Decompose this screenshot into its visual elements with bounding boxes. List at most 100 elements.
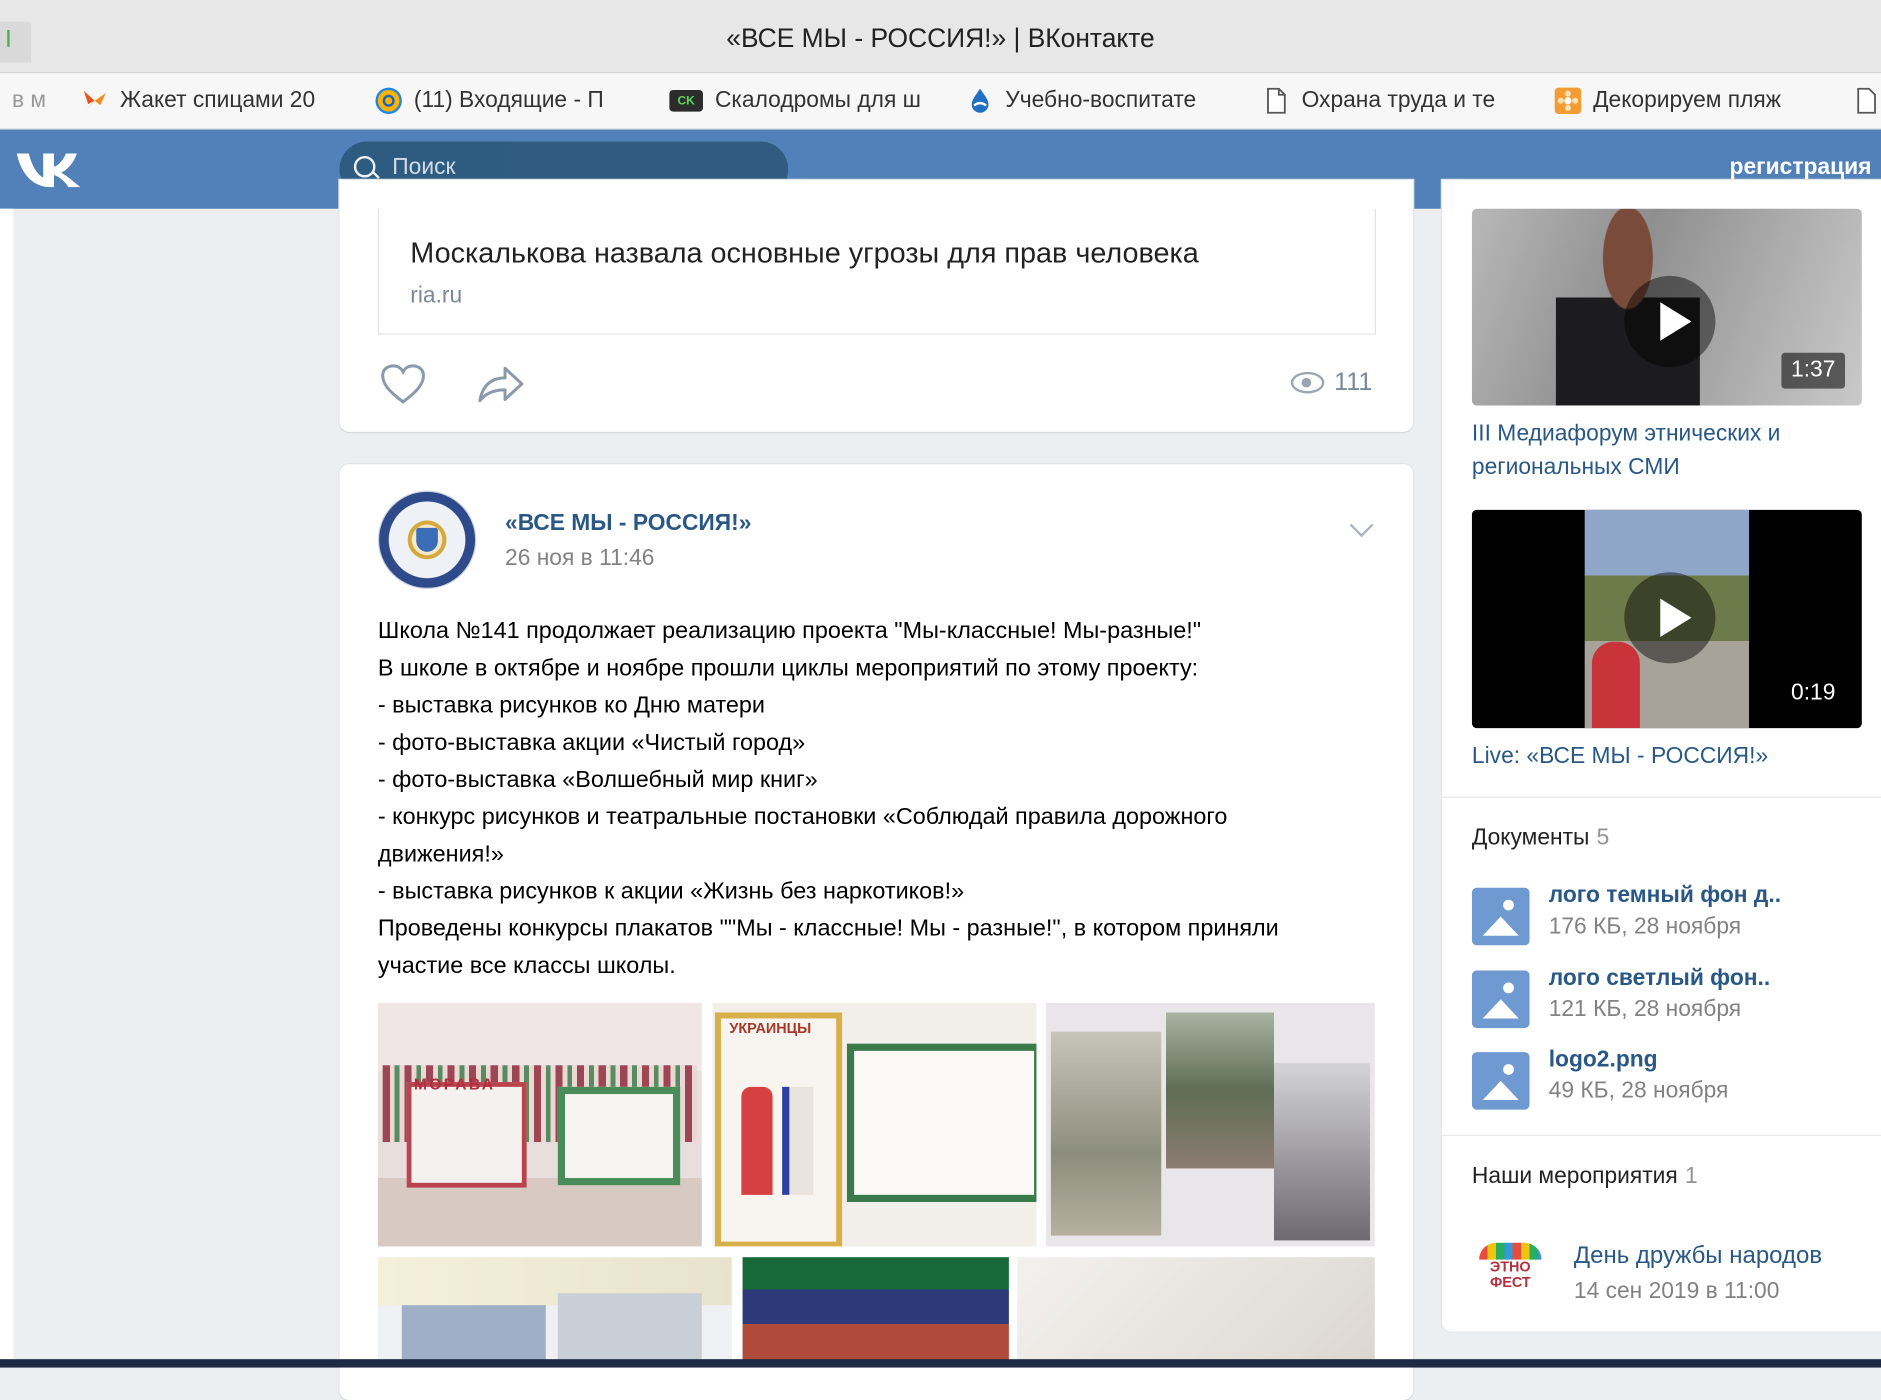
bookmark-label: Скалодромы для ш — [714, 87, 921, 113]
butterfly-icon — [82, 88, 108, 114]
heart-icon — [381, 364, 425, 404]
post-text-line: движения!» — [377, 840, 504, 868]
bookmark-item[interactable]: Охрана труда и те — [1263, 73, 1495, 128]
events-heading-label: Наши мероприятия — [1471, 1163, 1678, 1189]
divider — [1441, 1134, 1881, 1137]
post-text-line: Проведены конкурсы плакатов ""Мы - класс… — [377, 915, 1279, 942]
post-photo[interactable]: УКРАИНЦЫ — [712, 1002, 1037, 1247]
bookmark-item[interactable]: в м — [12, 73, 46, 128]
document-meta: 121 КБ, 28 ноября — [1548, 996, 1742, 1023]
drop-globe-icon — [967, 88, 993, 114]
documents-heading[interactable]: Документы 5 — [1472, 825, 1609, 851]
post-text-line: - фото-выставка «Волшебный мир книг» — [377, 766, 818, 793]
register-link[interactable]: регистрация — [1730, 155, 1872, 181]
bookmark-label: Декорируем пляж — [1593, 87, 1782, 113]
share-icon — [478, 366, 524, 403]
event-item[interactable]: ЭТНО ФЕСТ День дружбы народов 14 сен 201… — [1472, 1236, 1880, 1313]
play-icon[interactable] — [1624, 275, 1716, 368]
right-sidebar: 1:37 III Медиафорум этнических и региона… — [1441, 179, 1881, 1332]
document-name: лого темный фон д.. — [1548, 882, 1782, 909]
document-item[interactable]: лого светлый фон.. 121 КБ, 28 ноября — [1471, 965, 1880, 1029]
photo-caption: МОРАВА — [413, 1074, 496, 1093]
page-icon — [1263, 87, 1289, 114]
document-name: лого светлый фон.. — [1548, 965, 1771, 991]
bookmark-item[interactable]: Учебно-воспитате — [967, 73, 1196, 128]
left-gutter — [0, 208, 14, 1368]
bookmark-label: (11) Входящие - П — [413, 87, 604, 113]
vk-logo-icon — [16, 153, 81, 188]
event-name: День дружбы народов — [1573, 1242, 1823, 1270]
document-item[interactable]: лого темный фон д.. 176 КБ, 28 ноября — [1471, 882, 1880, 946]
post-text-line: - фото-выставка акции «Чистый город» — [377, 729, 806, 756]
event-logo: ЭТНО ФЕСТ — [1472, 1242, 1549, 1315]
bookmark-label: Учебно-воспитате — [1005, 87, 1197, 113]
post-text-line: - выставка рисунков ко Дню матери — [377, 692, 766, 719]
bookmark-item[interactable]: Жакет спицами 20 — [82, 73, 316, 128]
post-date[interactable]: 26 ноя в 11:46 — [505, 546, 654, 572]
post: «ВСЕ МЫ - РОССИЯ!» 26 ноя в 11:46 Школа … — [339, 464, 1414, 1400]
ck-logo-icon: CK — [669, 89, 703, 112]
documents-count: 5 — [1596, 825, 1610, 851]
share-button[interactable] — [476, 362, 526, 405]
event-logo-text: ЭТНО ФЕСТ — [1489, 1258, 1531, 1291]
link-domain: ria.ru — [410, 283, 463, 309]
play-icon[interactable] — [1624, 572, 1716, 664]
post-author[interactable]: «ВСЕ МЫ - РОССИЯ!» — [505, 511, 751, 537]
events-count: 1 — [1684, 1163, 1698, 1189]
video-title[interactable]: III Медиафорум этнических и региональных… — [1472, 417, 1856, 484]
taskbar-strip — [0, 1359, 1881, 1368]
link-title: Москалькова назвала основные угрозы для … — [410, 237, 1199, 270]
like-button[interactable] — [379, 362, 427, 405]
image-file-icon — [1471, 1052, 1530, 1110]
views-counter: 111 — [1290, 368, 1373, 397]
search-placeholder: Поиск — [392, 154, 456, 180]
avatar[interactable] — [377, 490, 477, 590]
video-duration: 1:37 — [1781, 352, 1846, 389]
post-photo[interactable] — [377, 1257, 732, 1366]
post-text-line: - выставка рисунков к акции «Жизнь без н… — [377, 878, 965, 905]
divider — [1441, 796, 1881, 798]
chevron-down-icon[interactable] — [1349, 513, 1374, 538]
document-meta: 49 КБ, 28 ноября — [1548, 1078, 1729, 1104]
photo-caption: УКРАИНЦЫ — [729, 1019, 812, 1037]
flower-icon — [1554, 87, 1582, 114]
link-attachment[interactable]: Москалькова назвала основные угрозы для … — [377, 208, 1376, 335]
video-title[interactable]: Live: «ВСЕ МЫ - РОССИЯ!» — [1472, 740, 1768, 774]
window-title: «ВСЕ МЫ - РОССИЯ!» | ВКонтакте — [726, 22, 1155, 53]
post-photo[interactable] — [742, 1257, 1009, 1366]
bookmark-item[interactable]: Декорируем пляж — [1554, 73, 1782, 128]
bookmarks-bar: в м Жакет спицами 20 (11) Входящие - П C… — [0, 73, 1881, 130]
vk-logo[interactable] — [14, 146, 86, 192]
browser-titlebar: «ВСЕ МЫ - РОССИЯ!» | ВКонтакте — [0, 0, 1881, 74]
post-text: Школа №141 продолжает реализацию проекта… — [378, 613, 1386, 985]
eye-icon — [1290, 371, 1325, 394]
image-file-icon — [1471, 970, 1530, 1029]
bookmark-item[interactable]: CK Скалодромы для ш — [669, 73, 921, 128]
post-text-line: Школа №141 продолжает реализацию проекта… — [377, 617, 1202, 645]
event-date: 14 сен 2019 в 11:00 — [1573, 1278, 1780, 1304]
bookmark-label: Охрана труда и те — [1301, 87, 1496, 113]
document-name: logo2.png — [1548, 1047, 1658, 1073]
bookmark-item[interactable] — [1853, 73, 1881, 128]
post-previous: Москалькова назвала основные угрозы для … — [339, 179, 1414, 432]
image-file-icon — [1471, 887, 1530, 946]
video-thumbnail[interactable]: 0:19 — [1471, 509, 1862, 729]
post-photo[interactable]: МОРАВА — [377, 1002, 702, 1247]
document-meta: 176 КБ, 28 ноября — [1548, 914, 1742, 940]
events-heading[interactable]: Наши мероприятия 1 — [1472, 1164, 1698, 1190]
post-photo[interactable] — [1017, 1257, 1375, 1366]
document-item[interactable]: logo2.png 49 КБ, 28 ноября — [1471, 1047, 1880, 1110]
post-photo[interactable] — [1046, 1002, 1375, 1247]
bookmark-label: в м — [11, 87, 47, 113]
post-text-line: участие все классы школы. — [377, 952, 676, 979]
video-duration: 0:19 — [1781, 675, 1846, 712]
mail-at-icon — [375, 87, 402, 114]
video-thumbnail[interactable]: 1:37 — [1471, 208, 1862, 406]
documents-heading-label: Документы — [1471, 825, 1590, 851]
post-text-line: - конкурс рисунков и театральные постано… — [377, 803, 1228, 831]
search-icon — [353, 155, 376, 178]
views-count: 111 — [1334, 368, 1373, 396]
page-icon — [1853, 87, 1879, 114]
post-text-line: В школе в октябре и ноябре прошли циклы … — [377, 654, 1199, 682]
bookmark-item[interactable]: (11) Входящие - П — [375, 73, 604, 128]
